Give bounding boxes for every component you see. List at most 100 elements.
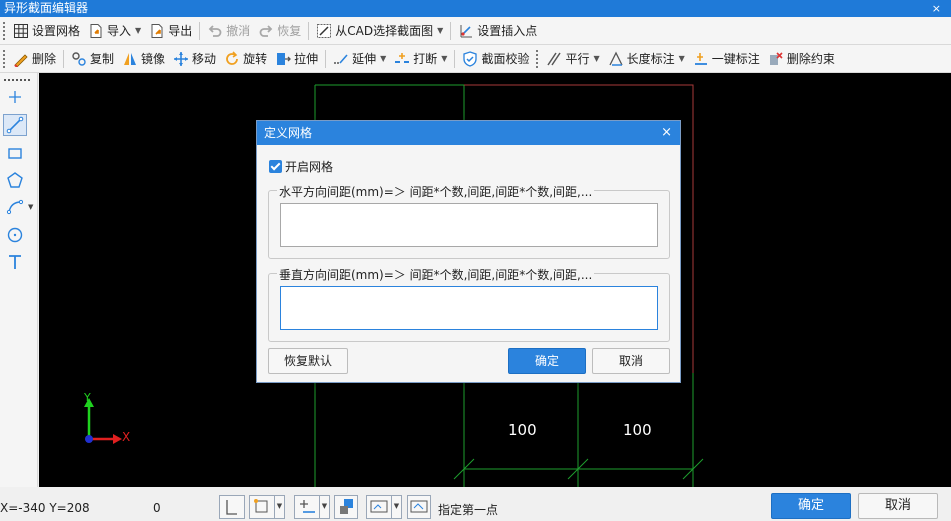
break-icon xyxy=(394,51,410,67)
editor-confirm-button[interactable]: 确定 xyxy=(771,493,851,519)
export-label: 导出 xyxy=(168,24,193,38)
shield-check-icon xyxy=(462,50,478,67)
x-axis-label: X xyxy=(122,430,131,444)
extend-button[interactable]: 延伸 ▼ xyxy=(329,47,390,71)
line-tool[interactable] xyxy=(3,114,27,136)
length-dimension-button[interactable]: 长度标注 ▼ xyxy=(604,47,689,71)
drawing-tools-panel: ▼ xyxy=(0,73,38,487)
delete-constraint-button[interactable]: 删除约束 xyxy=(764,47,839,71)
circle-tool[interactable] xyxy=(3,224,27,246)
vertical-spacing-input[interactable] xyxy=(280,286,658,330)
one-click-dimension-label: 一键标注 xyxy=(711,52,760,66)
horizontal-spacing-legend: 水平方向间距(mm)=＞ 间距*个数,间距,间距*个数,间距,... xyxy=(277,183,595,200)
toolbar-separator xyxy=(308,21,310,40)
redo-button[interactable]: 恢复 xyxy=(254,19,305,43)
import-dropdown-icon[interactable]: ▼ xyxy=(135,26,141,35)
dialog-cancel-button[interactable]: 取消 xyxy=(592,348,670,374)
set-grid-button[interactable]: 设置网格 xyxy=(9,19,84,43)
y-axis-label: Y xyxy=(84,391,91,404)
eraser-icon xyxy=(13,51,29,68)
extend-dropdown-icon[interactable]: ▼ xyxy=(380,54,386,63)
stretch-button[interactable]: 拉伸 xyxy=(271,47,322,71)
enable-grid-label: 开启网格 xyxy=(285,160,334,174)
import-button[interactable]: 导入 ▼ xyxy=(84,19,145,43)
parallel-dropdown-icon[interactable]: ▼ xyxy=(593,54,599,63)
checkbox-checked-icon[interactable] xyxy=(269,160,282,173)
import-label: 导入 xyxy=(107,24,132,38)
polar-dropdown-icon[interactable]: ▼ xyxy=(320,495,330,519)
cad-select-icon xyxy=(316,23,332,39)
window-close-icon[interactable]: × xyxy=(932,0,941,17)
command-prompt: 指定第一点 xyxy=(438,503,499,517)
mirror-icon xyxy=(122,51,138,67)
dialog-title-bar[interactable]: 定义网格 × xyxy=(257,121,680,145)
command-icon xyxy=(410,500,428,513)
arc-tool-dropdown-icon[interactable]: ▼ xyxy=(28,203,33,211)
undo-button[interactable]: 撤消 xyxy=(203,19,254,43)
editor-cancel-button[interactable]: 取消 xyxy=(858,493,938,519)
delete-label: 删除 xyxy=(32,52,57,66)
restore-default-button[interactable]: 恢复默认 xyxy=(268,348,348,374)
break-dropdown-icon[interactable]: ▼ xyxy=(441,54,447,63)
stretch-icon xyxy=(275,51,291,67)
ortho-toggle[interactable] xyxy=(219,495,245,519)
one-click-dimension-button[interactable]: 一键标注 xyxy=(689,47,764,71)
section-check-button[interactable]: 截面校验 xyxy=(458,47,533,71)
polar-toggle[interactable] xyxy=(294,495,320,519)
toolbar-separator xyxy=(63,49,65,68)
move-icon xyxy=(173,51,189,67)
dialog-title: 定义网格 xyxy=(264,126,313,140)
select-from-cad-button[interactable]: 从CAD选择截面图 ▼ xyxy=(312,19,447,43)
display-dropdown-icon[interactable]: ▼ xyxy=(392,495,402,519)
parallel-button[interactable]: 平行 ▼ xyxy=(542,47,603,71)
polygon-tool[interactable] xyxy=(3,169,27,191)
copy-button[interactable]: 复制 xyxy=(67,47,118,71)
toolbar-grip[interactable] xyxy=(3,21,5,40)
text-tool-icon xyxy=(9,255,21,269)
length-dimension-dropdown-icon[interactable]: ▼ xyxy=(679,54,685,63)
dimension-label-left: 100 xyxy=(508,421,537,439)
mirror-label: 镜像 xyxy=(141,52,166,66)
dialog-close-icon[interactable]: × xyxy=(661,121,672,145)
toolbar-grip[interactable] xyxy=(536,49,539,68)
main-toolbar: 设置网格 导入 ▼ 导出 撤消 恢复 从CAD选择截面图 ▼ 设置插入点 xyxy=(0,17,951,45)
layer-toggle[interactable] xyxy=(334,495,358,519)
set-insert-point-button[interactable]: 设置插入点 xyxy=(454,19,541,43)
point-tool[interactable] xyxy=(3,86,27,108)
break-button[interactable]: 打断 ▼ xyxy=(390,47,451,71)
mirror-button[interactable]: 镜像 xyxy=(118,47,169,71)
line-tool-icon xyxy=(6,116,24,134)
toolbar-separator xyxy=(199,21,201,40)
define-grid-dialog: 定义网格 × 开启网格 水平方向间距(mm)=＞ 间距*个数,间距,间距*个数,… xyxy=(256,120,681,383)
undo-icon xyxy=(207,23,223,39)
snap-dropdown-icon[interactable]: ▼ xyxy=(275,495,285,519)
delete-button[interactable]: 删除 xyxy=(9,47,60,71)
tools-grip[interactable] xyxy=(4,79,30,81)
dimension-label-right: 100 xyxy=(623,421,652,439)
horizontal-spacing-input[interactable] xyxy=(280,203,658,247)
undo-label: 撤消 xyxy=(226,24,251,38)
select-from-cad-dropdown-icon[interactable]: ▼ xyxy=(437,26,443,35)
text-tool[interactable] xyxy=(3,251,27,273)
arc-tool[interactable] xyxy=(3,196,27,218)
polar-icon xyxy=(300,500,315,513)
title-bar: 异形截面编辑器 × xyxy=(0,0,951,17)
rotate-button[interactable]: 旋转 xyxy=(220,47,271,71)
move-button[interactable]: 移动 xyxy=(169,47,220,71)
point-tool-icon xyxy=(9,91,21,103)
circle-tool-icon xyxy=(7,227,23,243)
rectangle-tool[interactable] xyxy=(3,142,27,164)
dialog-ok-button[interactable]: 确定 xyxy=(508,348,586,374)
length-dimension-label: 长度标注 xyxy=(626,52,675,66)
parallel-icon xyxy=(546,51,562,67)
extend-label: 延伸 xyxy=(352,52,377,66)
redo-label: 恢复 xyxy=(277,24,302,38)
enable-grid-checkbox[interactable]: 开启网格 xyxy=(269,158,333,175)
select-from-cad-label: 从CAD选择截面图 xyxy=(335,24,434,38)
snap-toggle[interactable] xyxy=(249,495,275,519)
toolbar-grip[interactable] xyxy=(3,49,5,68)
display-toggle[interactable] xyxy=(366,495,392,519)
export-button[interactable]: 导出 xyxy=(145,19,196,43)
export-icon xyxy=(149,23,165,39)
command-toggle[interactable] xyxy=(407,495,431,519)
